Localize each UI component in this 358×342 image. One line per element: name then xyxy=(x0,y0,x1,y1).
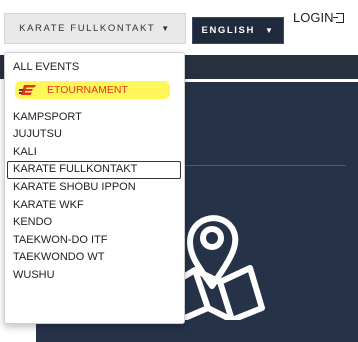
chevron-down-icon: ▼ xyxy=(161,24,171,33)
sign-in-icon xyxy=(333,12,345,23)
chevron-down-icon: ▼ xyxy=(264,26,275,35)
sport-select-label: KARATE FULLKONTAKT xyxy=(19,23,156,34)
login-label: LOGIN xyxy=(293,10,334,25)
dropdown-option-selected[interactable]: KARATE FULLKONTAKT xyxy=(7,161,181,179)
login-button[interactable]: LOGIN xyxy=(293,10,345,25)
sport-select[interactable]: KARATE FULLKONTAKT ▼ xyxy=(4,13,186,44)
dropdown-option[interactable]: KARATE WKF xyxy=(5,197,184,215)
sport-dropdown-menu[interactable]: ALL EVENTS ETOURNAMENT KAMPSPORT JUJUTSU… xyxy=(4,52,185,324)
etournament-label: ETOURNAMENT xyxy=(47,83,128,96)
dropdown-option-etournament[interactable]: ETOURNAMENT xyxy=(15,80,170,99)
language-select-label: ENGLISH xyxy=(201,25,255,36)
dropdown-option[interactable]: KALI xyxy=(5,144,184,162)
etournament-logo xyxy=(19,84,36,95)
dropdown-option[interactable]: KENDO xyxy=(5,214,184,232)
dropdown-option-all-events[interactable]: ALL EVENTS xyxy=(5,59,184,77)
dropdown-option[interactable]: TAEKWONDO WT xyxy=(5,249,184,267)
dropdown-option[interactable]: KARATE SHOBU IPPON xyxy=(5,179,184,197)
dropdown-option[interactable]: KAMPSPORT xyxy=(5,109,184,127)
dropdown-option[interactable]: JUJUTSU xyxy=(5,126,184,144)
dropdown-option[interactable]: TAEKWON-DO ITF xyxy=(5,232,184,250)
language-select[interactable]: ENGLISH ▼ xyxy=(192,17,284,44)
dropdown-option[interactable]: WUSHU xyxy=(5,267,184,285)
top-bar: KARATE FULLKONTAKT ▼ ENGLISH ▼ LOGIN xyxy=(0,0,358,55)
